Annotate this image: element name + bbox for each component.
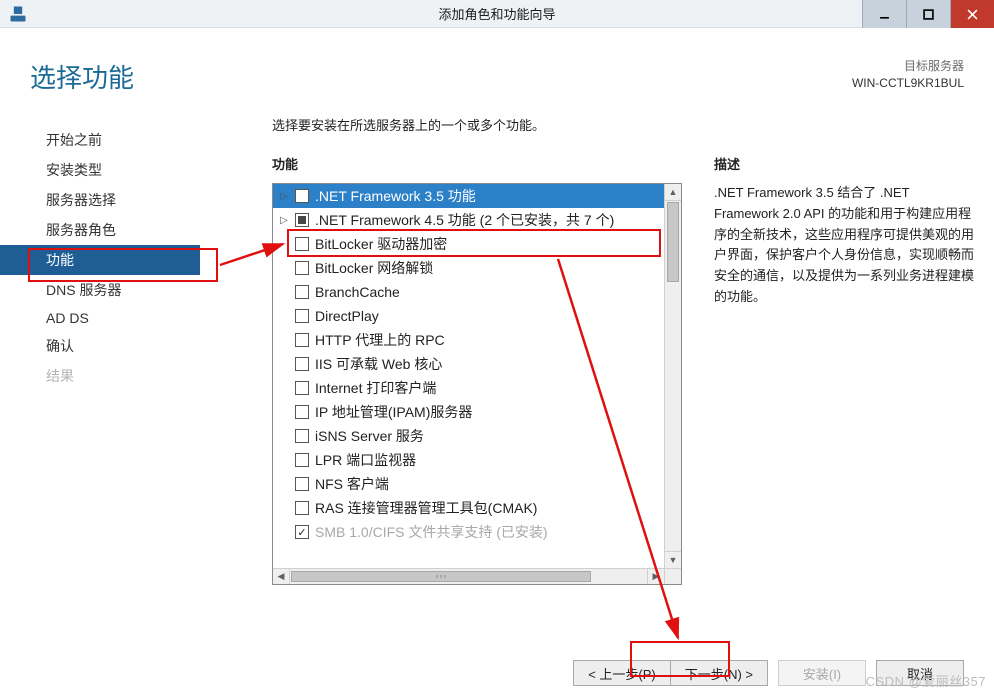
feature-item[interactable]: NFS 客户端 [273,472,664,496]
panel-row: 功能 ▷ .NET Framework 3.5 功能 ▷ .NET Framework… [272,154,974,585]
step-item[interactable]: AD DS [0,305,200,331]
horizontal-scroll-thumb[interactable] [291,571,591,582]
feature-checkbox[interactable] [295,453,309,467]
main-panel: 选择要安装在所选服务器上的一个或多个功能。 功能 ▷ .NET Framework… [200,105,984,585]
feature-checkbox[interactable] [295,285,309,299]
feature-label: RAS 连接管理器管理工具包(CMAK) [315,498,537,518]
back-button[interactable]: < 上一步(P) [573,660,671,686]
close-button[interactable] [950,0,994,28]
feature-label: IIS 可承载 Web 核心 [315,354,442,374]
expand-icon[interactable]: ▷ [277,213,291,227]
feature-label: LPR 端口监视器 [315,450,416,470]
app-icon [8,4,28,24]
feature-checkbox[interactable] [295,189,309,203]
feature-label: Internet 打印客户端 [315,378,436,398]
step-item[interactable]: DNS 服务器 [0,275,200,305]
scroll-left-arrow[interactable]: ◀ [273,569,290,584]
feature-label: iSNS Server 服务 [315,426,424,446]
feature-item[interactable]: BitLocker 驱动器加密 [273,232,664,256]
feature-label: .NET Framework 3.5 功能 [315,186,476,206]
target-server: 目标服务器 WIN-CCTL9KR1BUL [852,58,964,92]
feature-item[interactable]: HTTP 代理上的 RPC [273,328,664,352]
description-label: 描述 [714,154,974,173]
feature-item[interactable]: ▷ .NET Framework 4.5 功能 (2 个已安装，共 7 个) [273,208,664,232]
step-item[interactable]: 确认 [0,331,200,361]
feature-item[interactable]: RAS 连接管理器管理工具包(CMAK) [273,496,664,520]
feature-label: .NET Framework 4.5 功能 (2 个已安装，共 7 个) [315,210,614,230]
next-button[interactable]: 下一步(N) > [671,660,768,686]
feature-checkbox[interactable] [295,237,309,251]
cancel-button[interactable]: 取消 [876,660,964,686]
feature-item[interactable]: IP 地址管理(IPAM)服务器 [273,400,664,424]
instruction-text: 选择要安装在所选服务器上的一个或多个功能。 [272,115,974,134]
vertical-scrollbar[interactable]: ▲ ▼ [664,184,681,568]
step-item: 结果 [0,361,200,391]
features-listbox[interactable]: ▷ .NET Framework 3.5 功能 ▷ .NET Framework 4.… [272,183,682,585]
step-item[interactable]: 开始之前 [0,125,200,155]
window-title: 添加角色和功能向导 [0,4,994,23]
feature-checkbox[interactable] [295,213,309,227]
description-text: .NET Framework 3.5 结合了 .NET Framework 2.… [714,183,974,308]
minimize-button[interactable] [862,0,906,28]
footer: < 上一步(P) 下一步(N) > 安装(I) 取消 [0,660,994,686]
feature-checkbox[interactable] [295,429,309,443]
feature-checkbox[interactable] [295,405,309,419]
feature-item[interactable]: BranchCache [273,280,664,304]
body: 开始之前安装类型服务器选择服务器角色功能DNS 服务器AD DS确认结果 选择要… [0,105,994,585]
features-column: 功能 ▷ .NET Framework 3.5 功能 ▷ .NET Framework… [272,154,682,585]
feature-checkbox[interactable] [295,525,309,539]
features-list-inner: ▷ .NET Framework 3.5 功能 ▷ .NET Framework 4.… [273,184,664,568]
horizontal-scrollbar[interactable]: ◀ ▶ [273,568,664,584]
scroll-down-arrow[interactable]: ▼ [665,551,681,568]
feature-label: SMB 1.0/CIFS 文件共享支持 (已安装) [315,522,548,542]
page-title: 选择功能 [30,58,134,95]
step-item[interactable]: 功能 [0,245,200,275]
feature-label: IP 地址管理(IPAM)服务器 [315,402,472,422]
feature-item[interactable]: SMB 1.0/CIFS 文件共享支持 (已安装) [273,520,664,544]
feature-item[interactable]: ▷ .NET Framework 3.5 功能 [273,184,664,208]
step-item[interactable]: 安装类型 [0,155,200,185]
feature-label: BitLocker 驱动器加密 [315,234,447,254]
feature-label: DirectPlay [315,308,379,324]
titlebar: 添加角色和功能向导 [0,0,994,28]
feature-item[interactable]: BitLocker 网络解锁 [273,256,664,280]
feature-label: HTTP 代理上的 RPC [315,330,445,350]
feature-item[interactable]: iSNS Server 服务 [273,424,664,448]
features-label: 功能 [272,154,682,173]
feature-label: BranchCache [315,284,400,300]
maximize-button[interactable] [906,0,950,28]
feature-checkbox[interactable] [295,261,309,275]
step-item[interactable]: 服务器角色 [0,215,200,245]
feature-label: BitLocker 网络解锁 [315,258,433,278]
feature-checkbox[interactable] [295,333,309,347]
target-server-label: 目标服务器 [852,58,964,75]
feature-checkbox[interactable] [295,477,309,491]
feature-checkbox[interactable] [295,309,309,323]
description-column: 描述 .NET Framework 3.5 结合了 .NET Framework… [714,154,974,585]
expand-icon[interactable]: ▷ [277,189,291,203]
scroll-right-arrow[interactable]: ▶ [647,569,664,584]
page-header: 选择功能 目标服务器 WIN-CCTL9KR1BUL [0,28,994,105]
feature-item[interactable]: Internet 打印客户端 [273,376,664,400]
scroll-up-arrow[interactable]: ▲ [665,184,681,201]
feature-checkbox[interactable] [295,381,309,395]
window-buttons [862,0,994,27]
target-server-name: WIN-CCTL9KR1BUL [852,75,964,92]
feature-checkbox[interactable] [295,501,309,515]
feature-item[interactable]: LPR 端口监视器 [273,448,664,472]
scrollbar-corner [664,568,681,584]
steps-nav: 开始之前安装类型服务器选择服务器角色功能DNS 服务器AD DS确认结果 [0,105,200,585]
vertical-scroll-thumb[interactable] [667,202,679,282]
feature-checkbox[interactable] [295,357,309,371]
feature-item[interactable]: IIS 可承载 Web 核心 [273,352,664,376]
install-button[interactable]: 安装(I) [778,660,866,686]
page: 选择功能 目标服务器 WIN-CCTL9KR1BUL 开始之前安装类型服务器选择… [0,28,994,696]
feature-item[interactable]: DirectPlay [273,304,664,328]
feature-label: NFS 客户端 [315,474,389,494]
step-item[interactable]: 服务器选择 [0,185,200,215]
